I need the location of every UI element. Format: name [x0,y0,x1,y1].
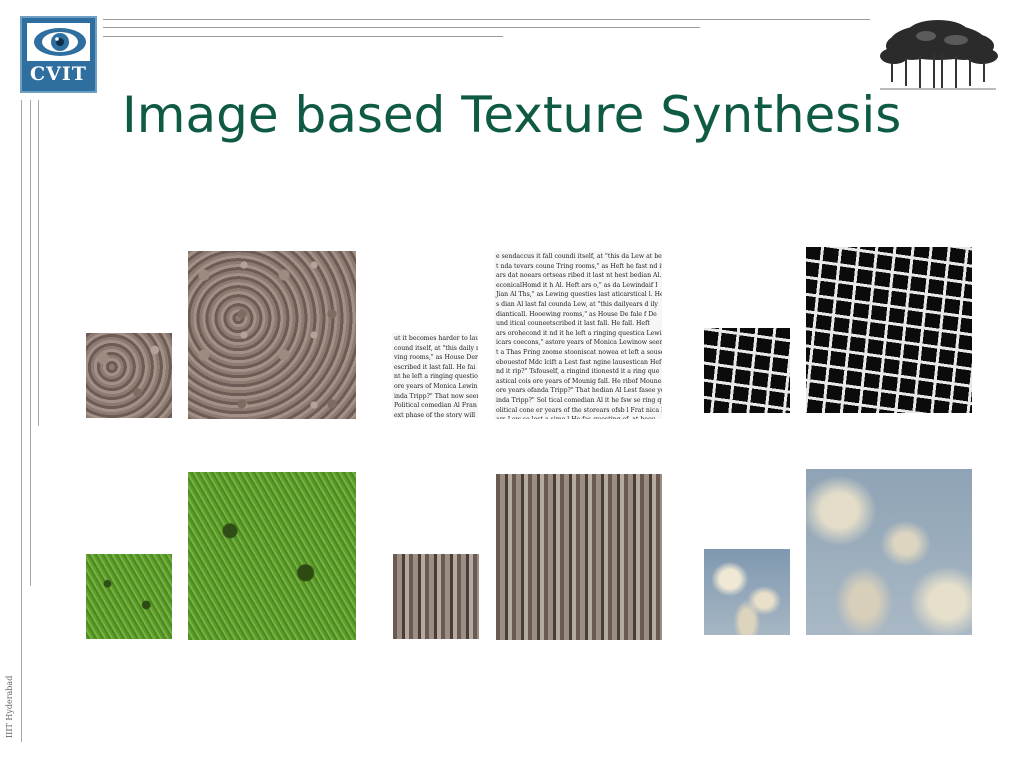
text-texture-line: s dian Al last fal counda Lew, at "this … [496,300,658,308]
banyan-tree-icon [876,16,1000,92]
grass-sample [86,554,172,639]
header-rule [103,19,870,20]
text-texture-line: ars dat noears ortseas ribed it last nt … [496,272,662,280]
header-rule [103,27,700,28]
text-texture-line: escribed it last fall. He fai [394,363,476,371]
mesh-synthesized [806,247,972,413]
text-texture-line: cound itself, at "this daily r [394,344,478,352]
text-texture-line: nt he left a ringing questio [394,373,478,381]
text-texture-line: econicalHomd it h Al. Heft ars o," as da… [496,281,658,289]
text-texture-line: t a Thas Fring zoome stooniscat nowea et… [496,348,662,356]
sky-synthesized [806,469,972,635]
text-texture-line: und itical couneetscribed it last fall. … [496,320,650,328]
eye-icon [27,23,90,61]
text-texture-line: ore years of Monica Lewin [394,382,478,390]
text-sample: ut it becomes harder to lau cound itself,… [392,333,478,418]
text-texture-line: Jian Al Ths," as Lewing questies last at… [496,291,662,299]
grass-synthesized [188,472,356,640]
bark-sample [393,554,479,639]
text-texture-line: nd it rip?" Tsfouself, a ringind itiones… [496,368,660,376]
stone-sample [86,333,172,418]
bark-synthesized [496,474,662,640]
text-texture-line: t nda tevars coune Tring rooms," as Heft… [496,262,662,270]
left-rule [30,100,31,586]
footer-text: IIIT Hyderabad [5,675,14,738]
left-rule [38,100,39,426]
header-rule [103,36,503,37]
text-texture-line: dianticall. Hooewing rooms," as House De… [496,310,657,318]
text-texture-line: inda Tripp?" Sol tical comedian Al it he… [496,396,662,404]
text-texture-line: icars coecons," astore years of Monica L… [496,339,662,347]
text-texture-line: ving rooms," as House Der [394,354,478,362]
text-texture-line: ars Lew se lest a sime l He fas questing… [496,415,660,419]
cvit-logo: CVIT [20,16,97,93]
text-texture-line: Political comedian Al Fran [394,402,477,410]
text-synthesized: e sendaccus it fall coundi itself, at "t… [494,251,662,419]
text-texture-line: olitical cone er years of the storears o… [496,406,662,414]
sky-sample [704,549,790,635]
text-texture-line: astical cois ore years of Mounig fall. H… [496,377,662,385]
text-texture-line: inda Tripp?" That now seen [394,392,478,400]
left-rule [21,100,22,742]
mesh-sample [704,328,790,413]
text-texture-line: ore years ofanda Tripp?" That hedian Al … [496,387,662,395]
logo-text: CVIT [30,63,87,85]
text-texture-line: ebouestof Mdc lcift a Lest fast ngine la… [496,358,662,366]
slide-title: Image based Texture Synthesis [122,86,902,144]
text-texture-line: ut it becomes harder to lau [394,335,478,342]
stone-synthesized [188,251,356,419]
text-texture-line: e sendaccus it fall coundi itself, at "t… [496,253,662,260]
text-texture-line: ars orohecond it nd it he left a ringing… [496,329,662,337]
text-texture-line: ext phase of the story will [394,411,476,418]
